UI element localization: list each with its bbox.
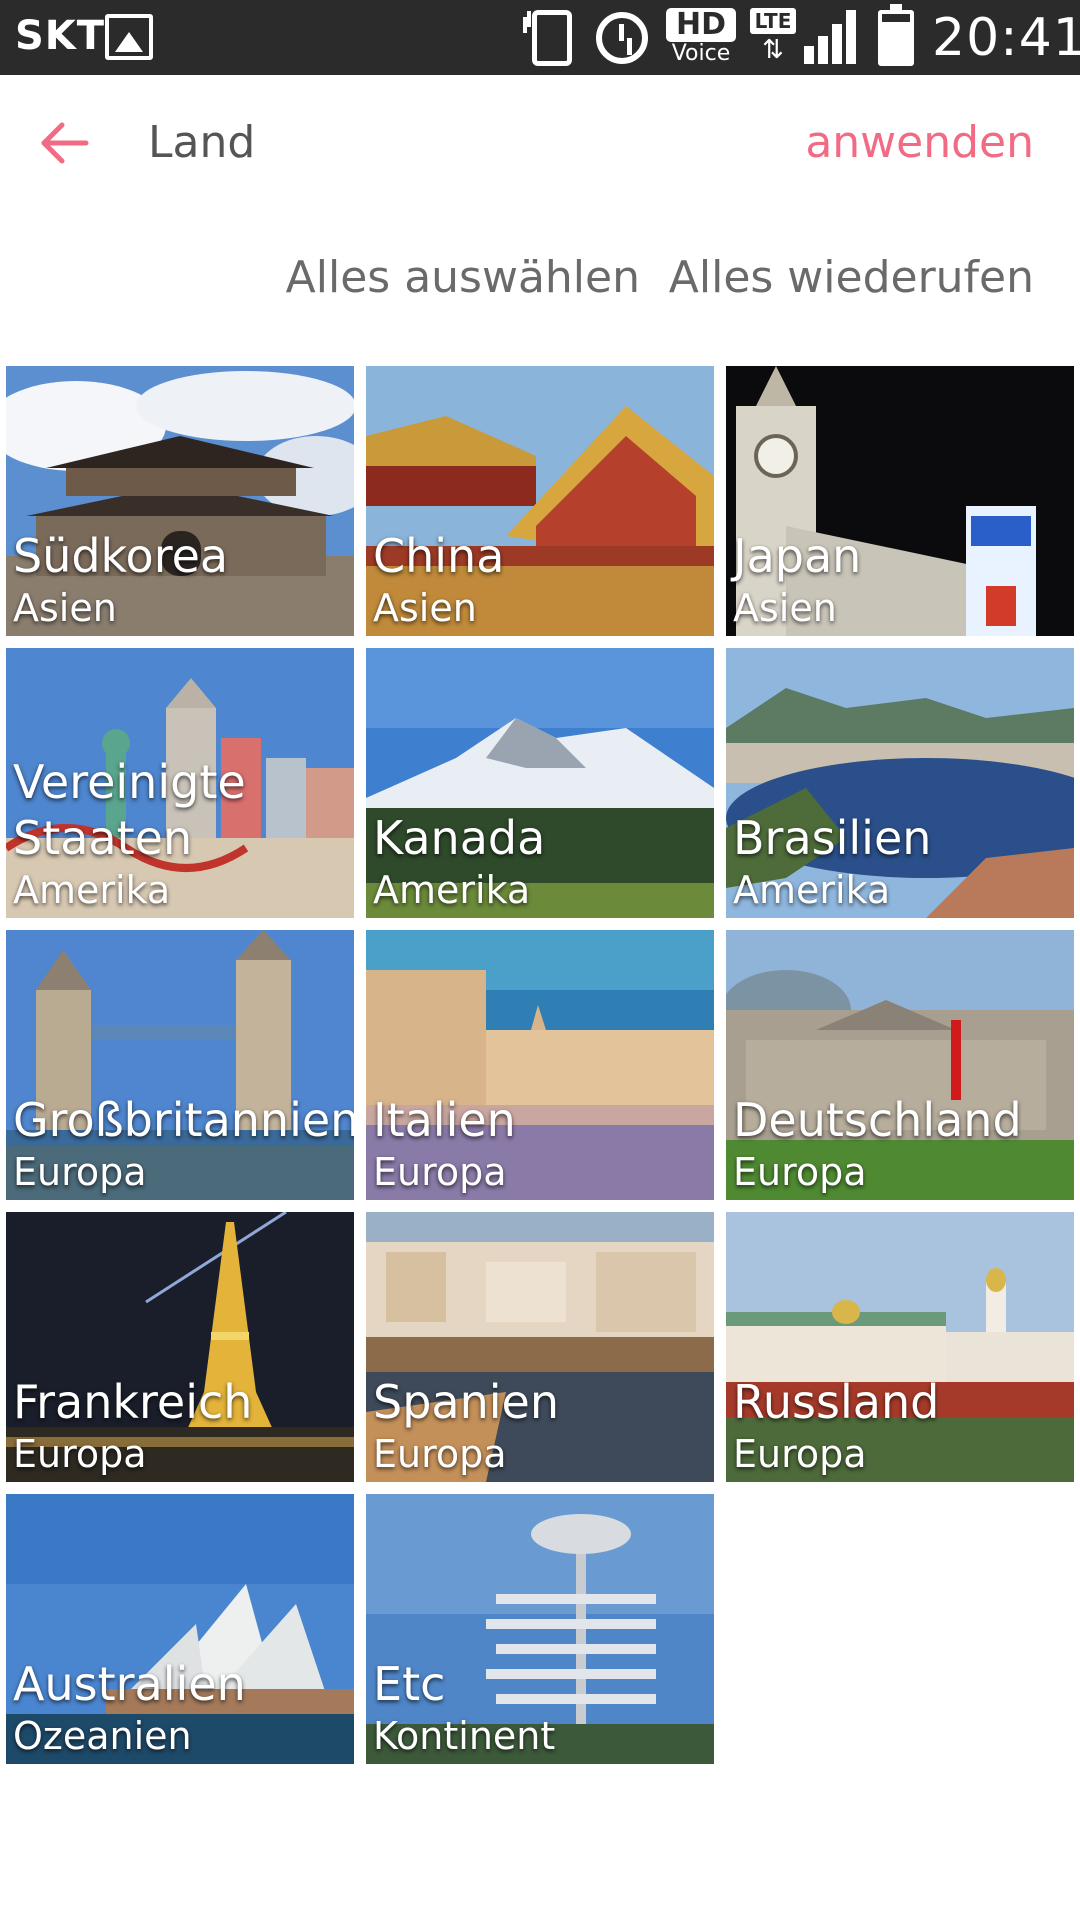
apply-button[interactable]: anwenden: [805, 117, 1034, 168]
tile-name: Brasilien: [733, 811, 932, 865]
tile-kanada[interactable]: Kanada Amerika: [366, 648, 714, 918]
tile-spanien[interactable]: Spanien Europa: [366, 1212, 714, 1482]
tile-continent: Asien: [13, 586, 117, 630]
tile-name: Etc: [373, 1657, 446, 1711]
tile-continent: Amerika: [733, 868, 891, 912]
tile-name: Großbritannien: [13, 1093, 354, 1147]
tile-name: Deutschland: [733, 1093, 1022, 1147]
tile-continent: Europa: [13, 1432, 147, 1476]
tile-russland[interactable]: Russland Europa: [726, 1212, 1074, 1482]
select-all-button[interactable]: Alles auswählen: [286, 252, 640, 303]
tile-grossbritannien[interactable]: Großbritannien Europa: [6, 930, 354, 1200]
tile-etc[interactable]: Etc Kontinent: [366, 1494, 714, 1764]
carrier-label: SKT: [15, 13, 106, 59]
tile-brasilien[interactable]: Brasilien Amerika: [726, 648, 1074, 918]
tile-usa[interactable]: Vereinigte Staaten Amerika: [6, 648, 354, 918]
voice-label: Voice: [671, 41, 731, 66]
tile-continent: Europa: [373, 1432, 507, 1476]
tile-continent: Amerika: [373, 868, 531, 912]
lte-arrows: ⇅: [762, 35, 784, 65]
alarm-icon: [596, 12, 648, 64]
tile-name: Russland: [733, 1375, 940, 1429]
tile-suedkorea[interactable]: Südkorea Asien: [6, 366, 354, 636]
lte-icon: LTE ⇅: [750, 8, 796, 68]
signal-icon: [804, 10, 860, 64]
battery-icon: [878, 4, 914, 66]
tile-australien[interactable]: Australien Ozeanien: [6, 1494, 354, 1764]
lte-label: LTE: [750, 8, 796, 34]
tile-continent: Europa: [13, 1150, 147, 1194]
app-bar: Land anwenden: [0, 75, 1080, 210]
tile-continent: Europa: [373, 1150, 507, 1194]
tile-continent: Asien: [373, 586, 477, 630]
tile-name: Südkorea: [13, 529, 229, 583]
tile-name: Japan: [733, 529, 862, 583]
tile-china[interactable]: China Asien: [366, 366, 714, 636]
tile-continent: Ozeanien: [13, 1714, 192, 1758]
tile-japan[interactable]: Japan Asien: [726, 366, 1074, 636]
tile-continent: Amerika: [13, 868, 171, 912]
gallery-icon: [105, 14, 153, 60]
tile-name: China: [373, 529, 505, 583]
vibrate-icon: [523, 10, 572, 66]
tile-deutschland[interactable]: Deutschland Europa: [726, 930, 1074, 1200]
hd-voice-icon: HD Voice: [666, 8, 736, 68]
tile-continent: Kontinent: [373, 1714, 556, 1758]
selection-actions: Alles auswählen Alles wiederufen: [0, 240, 1080, 320]
tile-name: Vereinigte Staaten: [13, 755, 246, 865]
status-bar: SKT HD Voice LTE ⇅ 20:41: [0, 0, 1080, 75]
page-title: Land: [148, 117, 256, 168]
tile-continent: Europa: [733, 1150, 867, 1194]
tile-name: Spanien: [373, 1375, 559, 1429]
tile-name: Frankreich: [13, 1375, 253, 1429]
tile-name: Kanada: [373, 811, 546, 865]
revoke-all-button[interactable]: Alles wiederufen: [669, 252, 1034, 303]
arrow-left-icon: [41, 122, 89, 164]
tile-continent: Asien: [733, 586, 837, 630]
clock: 20:41: [932, 8, 1080, 68]
tile-frankreich[interactable]: Frankreich Europa: [6, 1212, 354, 1482]
tile-name: Australien: [13, 1657, 246, 1711]
hd-label: HD: [666, 8, 736, 42]
tile-continent: Europa: [733, 1432, 867, 1476]
back-button[interactable]: [36, 113, 96, 173]
tile-name: Italien: [373, 1093, 516, 1147]
tile-italien[interactable]: Italien Europa: [366, 930, 714, 1200]
